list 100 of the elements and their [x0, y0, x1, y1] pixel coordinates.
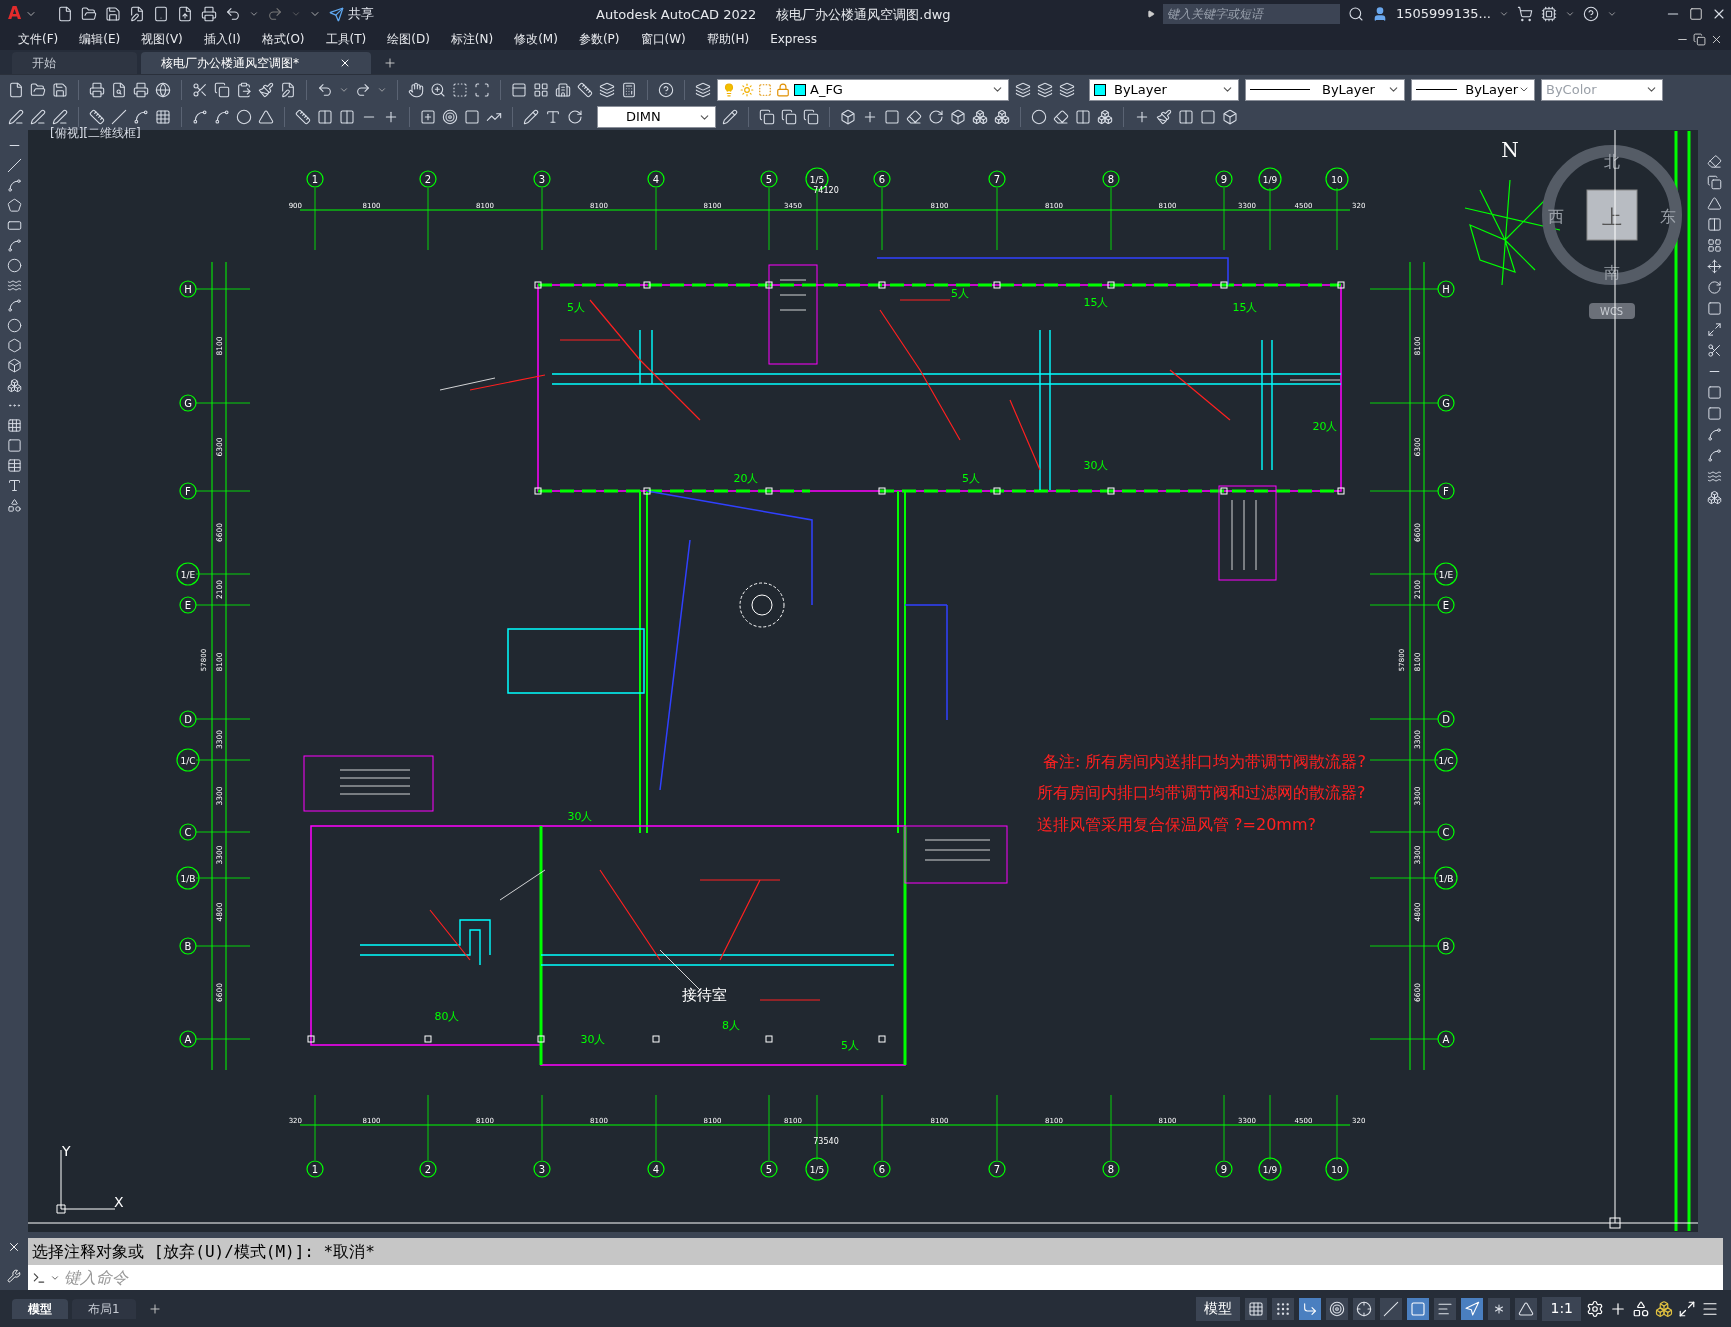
corner-icon[interactable] [1299, 1297, 1322, 1320]
shapes-icon[interactable] [6, 498, 22, 513]
document-tab[interactable]: 开始 [12, 52, 137, 74]
make-current-icon[interactable] [1015, 81, 1031, 98]
columns-icon[interactable] [1075, 109, 1091, 125]
menu-item[interactable]: 修改(M) [514, 30, 558, 48]
viewcube-face[interactable] [1586, 189, 1638, 241]
angular-icon[interactable] [258, 109, 274, 125]
menu-item[interactable]: 文件(F) [18, 30, 59, 48]
calculator-icon[interactable] [621, 81, 637, 98]
diameter-icon[interactable] [236, 109, 252, 125]
brush-icon[interactable] [1156, 109, 1172, 125]
linear-dimension-icon[interactable] [89, 109, 105, 125]
menu-item[interactable]: 帮助(H) [706, 30, 750, 48]
eraser-icon[interactable] [1707, 154, 1722, 169]
copy-object-icon[interactable] [759, 109, 775, 125]
lines-icon[interactable] [1434, 1297, 1457, 1320]
viewport-label[interactable]: [俯视][二维线框] [50, 124, 141, 142]
file-pen-icon[interactable] [280, 81, 296, 98]
save-icon[interactable] [105, 6, 122, 22]
curve-icon[interactable] [6, 178, 22, 193]
redo-icon[interactable] [267, 6, 284, 22]
baseline-icon[interactable] [317, 109, 333, 125]
wrench-icon[interactable] [7, 1268, 21, 1283]
globe-icon[interactable] [155, 81, 171, 98]
menu-item[interactable]: 窗口(W) [640, 30, 686, 48]
menu-item[interactable]: Express [770, 30, 817, 48]
model-space-button[interactable]: 模型 [1196, 1296, 1241, 1321]
grid-panel-icon[interactable] [533, 81, 549, 98]
pentagon-icon[interactable] [6, 198, 22, 213]
terminal-icon[interactable] [32, 1270, 46, 1285]
chamfer-icon[interactable] [1707, 427, 1722, 442]
scissors-icon[interactable] [192, 81, 208, 98]
add-icon[interactable] [1134, 109, 1150, 125]
menu-item[interactable]: 工具(T) [325, 30, 367, 48]
help-icon[interactable] [658, 81, 674, 98]
menu-item[interactable]: 参数(P) [578, 30, 620, 48]
split-icon[interactable] [1178, 109, 1194, 125]
hexagon-icon[interactable] [6, 338, 22, 353]
help-icon[interactable] [1583, 6, 1599, 22]
search-field[interactable]: 键入关键字或短语 [1162, 4, 1340, 24]
ellipse-icon[interactable] [6, 318, 22, 333]
lineweight-dropdown[interactable]: ByLayer [1411, 78, 1535, 101]
arc-icon[interactable] [6, 238, 22, 253]
new-tab-icon[interactable] [383, 56, 397, 70]
annotation-icon[interactable] [1461, 1297, 1484, 1320]
menu-item[interactable]: 视图(V) [141, 30, 183, 48]
zoom-extents-icon[interactable] [474, 81, 490, 98]
menu-item[interactable]: 插入(I) [203, 30, 241, 48]
layer-state-icon[interactable] [1059, 81, 1075, 98]
offset-icon[interactable] [1707, 217, 1722, 232]
layout-tab[interactable]: 模型 [12, 1298, 68, 1319]
layers-icon[interactable] [599, 81, 615, 98]
radius-icon[interactable] [192, 109, 208, 125]
update-dim-icon[interactable] [567, 109, 583, 125]
undo-icon[interactable] [317, 81, 333, 98]
spline-icon[interactable] [6, 298, 22, 313]
solid-icon[interactable] [950, 109, 966, 125]
tolerance-icon[interactable] [420, 109, 436, 125]
copy-icon[interactable] [1707, 175, 1722, 190]
caret-icon[interactable] [1607, 9, 1617, 19]
asterisk-icon[interactable] [1488, 1297, 1511, 1320]
table-icon[interactable] [6, 458, 22, 473]
search-icon[interactable] [1347, 6, 1364, 22]
color-dropdown[interactable]: ByLayer [1089, 78, 1239, 101]
caret-icon[interactable] [1499, 9, 1509, 19]
explode-icon[interactable] [1707, 490, 1722, 505]
arc-length-icon[interactable] [133, 109, 149, 125]
undo-icon[interactable] [225, 6, 242, 22]
group-icon[interactable] [781, 109, 797, 125]
caret-icon[interactable] [1565, 9, 1575, 19]
quick-dimension-icon[interactable] [295, 109, 311, 125]
settings-icon[interactable] [1586, 1299, 1604, 1318]
blocks-icon[interactable] [6, 378, 22, 393]
brush-icon[interactable] [258, 81, 274, 98]
layer-previous-icon[interactable] [1037, 81, 1053, 98]
block-icon[interactable] [6, 358, 22, 373]
text-edit-icon[interactable] [545, 109, 561, 125]
mirror-icon[interactable] [1707, 196, 1722, 211]
user-name[interactable]: 1505999135... [1395, 4, 1491, 24]
center-mark-icon[interactable] [442, 109, 458, 125]
ungroup-icon[interactable] [803, 109, 819, 125]
annotation-scale-button[interactable]: 1:1 [1542, 1296, 1581, 1321]
target-icon[interactable] [1326, 1297, 1349, 1320]
circle-icon[interactable] [6, 258, 22, 273]
wave-icon[interactable] [6, 278, 22, 293]
expand-icon[interactable] [1146, 10, 1155, 18]
linetype-dropdown[interactable]: ByLayer [1245, 78, 1405, 101]
stack-icon[interactable] [1097, 109, 1113, 125]
new-layout-icon[interactable] [147, 1301, 162, 1316]
tablet-icon[interactable] [153, 6, 170, 22]
rectangle-icon[interactable] [6, 218, 22, 233]
text-icon[interactable] [6, 478, 22, 493]
scissors-icon[interactable] [1707, 343, 1722, 358]
dimension-style-dropdown[interactable]: DIMN [597, 106, 716, 128]
sphere-icon[interactable] [1031, 109, 1047, 125]
viewcube-ring[interactable] [1542, 145, 1682, 285]
layer-dropdown[interactable]: A_FG [717, 78, 1009, 101]
close-icon[interactable] [339, 57, 351, 69]
menu-item[interactable]: 绘图(D) [387, 30, 430, 48]
